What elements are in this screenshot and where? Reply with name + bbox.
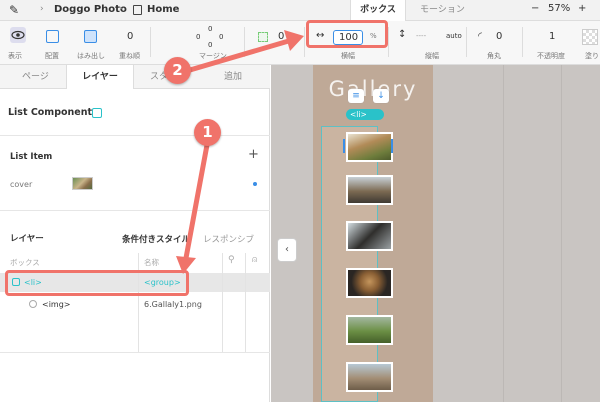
- callout-2: 2: [164, 57, 191, 84]
- arrow-head-icon: [176, 256, 196, 274]
- annotation-arrows: [176, 30, 304, 274]
- arrow-head-icon: [284, 30, 304, 51]
- callout-2-arrow: [187, 37, 295, 73]
- callout-1: 1: [194, 119, 221, 146]
- callout-1-arrow: [183, 142, 210, 261]
